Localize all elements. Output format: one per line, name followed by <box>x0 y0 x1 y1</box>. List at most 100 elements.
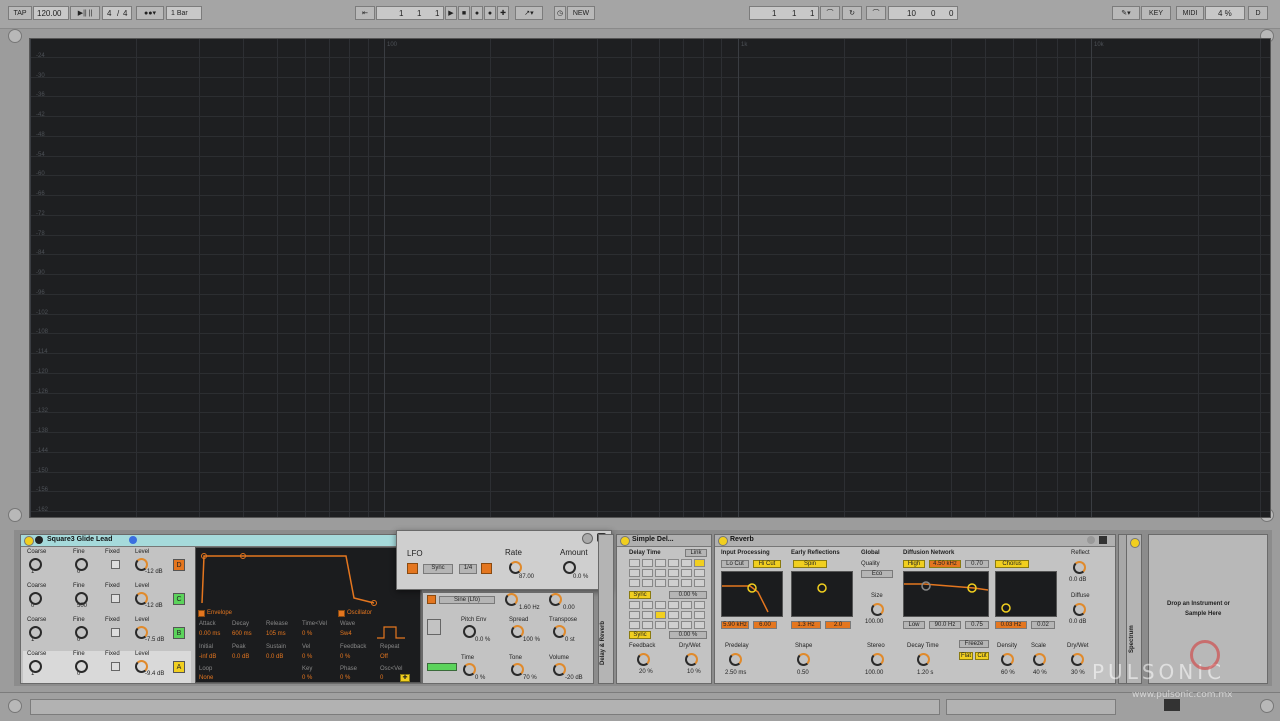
fixed-toggle[interactable] <box>111 560 120 569</box>
fold-icon[interactable] <box>35 536 43 544</box>
low-shelf-amount[interactable]: 0.75 <box>965 621 989 629</box>
sustain-value[interactable]: 0.0 dB <box>266 654 283 660</box>
size-knob[interactable] <box>871 603 884 616</box>
stop-icon[interactable]: ■ <box>458 6 470 20</box>
tab-oscillator[interactable]: Oscillator <box>347 610 372 616</box>
vel-value[interactable]: 0 % <box>302 654 312 660</box>
delay-feedback-knob[interactable] <box>637 653 650 666</box>
chorus-button[interactable]: Chorus <box>995 560 1029 568</box>
tempo-field[interactable]: 120.00 <box>33 6 69 20</box>
delay-beat-button[interactable] <box>642 569 653 577</box>
scale-knob[interactable] <box>1033 653 1046 666</box>
early-reflections-display[interactable] <box>791 571 853 617</box>
device-on-icon[interactable] <box>24 536 34 546</box>
fixed-toggle[interactable] <box>111 594 120 603</box>
peak-value[interactable]: 0.0 dB <box>232 654 249 660</box>
delay-beat-button[interactable] <box>642 579 653 587</box>
delay-beat-button[interactable] <box>655 579 666 587</box>
delay-beat-button[interactable] <box>655 569 666 577</box>
delay-drywet-knob[interactable] <box>685 653 698 666</box>
cut-button[interactable]: Cut <box>975 652 989 660</box>
osc-lock-button[interactable]: ✚ <box>400 674 410 682</box>
lfo-rate-knob[interactable] <box>509 561 522 574</box>
fixed-toggle[interactable] <box>111 628 120 637</box>
detail-toggle-left[interactable] <box>8 508 22 522</box>
record-icon[interactable]: ● <box>471 6 483 20</box>
lfo2-on-button[interactable] <box>427 595 436 604</box>
delay-beat-button[interactable] <box>655 611 666 619</box>
low-shelf-button[interactable]: Low <box>903 621 925 629</box>
quantization-menu[interactable]: 1 Bar <box>166 6 202 20</box>
freeze-button[interactable]: Freeze <box>959 640 989 648</box>
chorus-display[interactable] <box>995 571 1057 617</box>
wave-value[interactable]: Sw4 <box>340 631 352 637</box>
attack-value[interactable]: 0.00 ms <box>199 631 220 637</box>
time-signature-field[interactable]: 4 / 4 <box>102 6 132 20</box>
delay-beat-button[interactable] <box>681 559 692 567</box>
lfo-on-button[interactable] <box>407 563 418 574</box>
metronome-button[interactable]: ●●▾ <box>136 6 164 20</box>
sync-left-button[interactable]: Sync <box>629 591 651 599</box>
delay-on-icon[interactable] <box>620 536 630 546</box>
status-toggle-right[interactable] <box>1260 699 1274 713</box>
operator-tag-button[interactable]: A <box>173 661 185 673</box>
nudge-buttons[interactable]: ▶|| || <box>70 6 100 20</box>
coarse-knob[interactable] <box>29 660 42 673</box>
lfo-sync-menu[interactable]: Sync <box>423 564 453 574</box>
time-vel-value[interactable]: 0 % <box>302 631 312 637</box>
delay-beat-button[interactable] <box>694 621 705 629</box>
delay-beat-button[interactable] <box>642 621 653 629</box>
delay-beat-button[interactable] <box>629 569 640 577</box>
delay-beat-button[interactable] <box>629 621 640 629</box>
clock-icon[interactable]: ◷ <box>554 6 566 20</box>
spectrum-display[interactable]: -24 -30 -36 -42 -48 -54 -60 -66 -72 -78 -84 -90 -96 -… <box>29 38 1271 518</box>
delay-beat-button[interactable] <box>668 621 679 629</box>
delay-beat-button[interactable] <box>655 621 666 629</box>
reverb-close-icon[interactable] <box>1099 536 1107 544</box>
delay-beat-button[interactable] <box>642 601 653 609</box>
diffuse-knob[interactable] <box>1073 603 1086 616</box>
reverb-on-icon[interactable] <box>718 536 728 546</box>
reverb-save-icon[interactable] <box>1087 536 1095 544</box>
delay-beat-button[interactable] <box>642 559 653 567</box>
delay-beat-button[interactable] <box>681 621 692 629</box>
lfo-zoom-icon[interactable] <box>582 533 593 544</box>
feedback-value[interactable]: 0 % <box>340 654 350 660</box>
decay-time-knob[interactable] <box>917 653 930 666</box>
delay-beat-button[interactable] <box>681 579 692 587</box>
preset-icon[interactable] <box>129 536 137 544</box>
filter-width-value[interactable]: 6.00 <box>753 621 777 629</box>
arrangement-position[interactable]: 1 1 1 <box>376 6 444 20</box>
envelope-display[interactable]: Envelope Oscillator Attack Decay Release… <box>195 547 421 683</box>
delay-beat-button[interactable] <box>694 579 705 587</box>
operator-tag-button[interactable]: B <box>173 627 185 639</box>
status-toggle-left[interactable] <box>8 699 22 713</box>
initial-value[interactable]: -inf dB <box>199 654 216 660</box>
lfo-retrigger-button[interactable] <box>481 563 492 574</box>
stereo-knob[interactable] <box>871 653 884 666</box>
density-knob[interactable] <box>1001 653 1014 666</box>
delay-beat-button[interactable] <box>655 601 666 609</box>
tap-button[interactable]: TAP <box>8 6 32 20</box>
lo-cut-button[interactable]: Lo Cut <box>721 560 749 568</box>
lfo2-amount-knob[interactable] <box>549 593 562 606</box>
delay-beat-button[interactable] <box>694 559 705 567</box>
operator-tag-button[interactable]: C <box>173 593 185 605</box>
quality-menu[interactable]: Eco <box>861 570 893 578</box>
coarse-knob[interactable] <box>29 592 42 605</box>
delay-beat-button[interactable] <box>629 601 640 609</box>
delay-beat-button[interactable] <box>694 611 705 619</box>
spin-button[interactable]: Spin <box>793 560 827 568</box>
reverb-drywet-knob[interactable] <box>1071 653 1084 666</box>
loop-start[interactable]: 1 1 1 <box>749 6 819 20</box>
chorus-amount-value[interactable]: 0.02 <box>1031 621 1055 629</box>
release-value[interactable]: 105 ms <box>266 631 286 637</box>
new-session-button[interactable]: NEW <box>567 6 595 20</box>
repeat-value[interactable]: Off <box>380 654 388 660</box>
delay-beat-button[interactable] <box>629 559 640 567</box>
fine-knob[interactable] <box>75 558 88 571</box>
loop-length[interactable]: 10 0 0 <box>888 6 958 20</box>
delay-beat-button[interactable] <box>681 611 692 619</box>
delay-beat-button[interactable] <box>668 569 679 577</box>
level-knob[interactable] <box>135 660 148 673</box>
